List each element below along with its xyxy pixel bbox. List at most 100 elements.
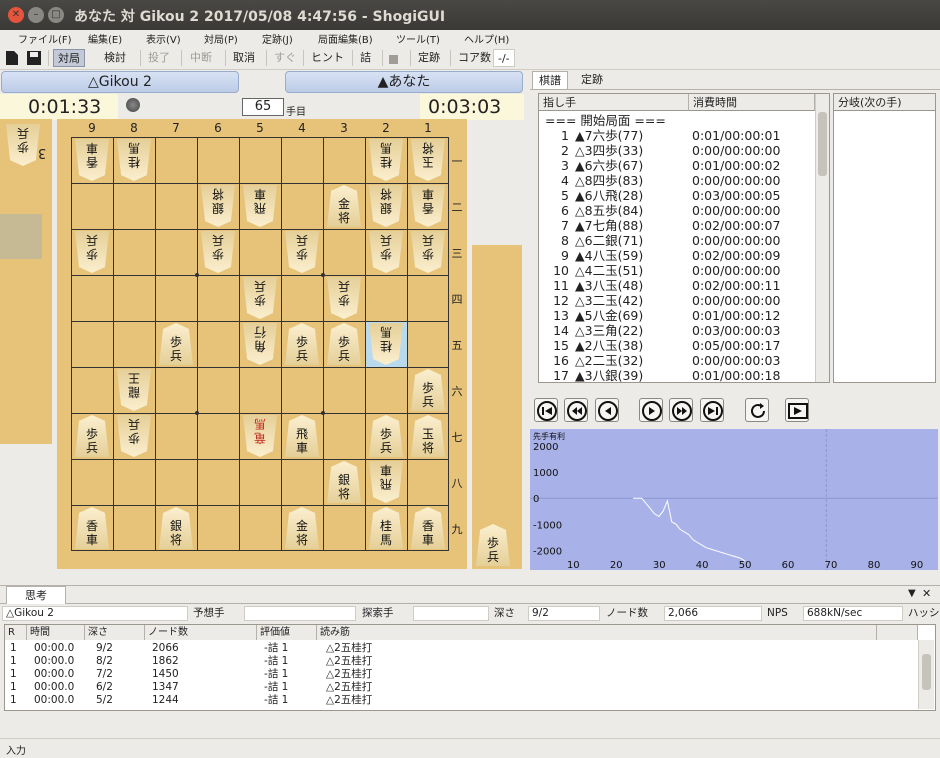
kento-button[interactable]: 検討 [100, 49, 130, 67]
move-row[interactable]: 9 ▲4八玉(59) 0:02/00:00:09 [539, 248, 815, 263]
tab-joseki[interactable]: 定跡 [575, 71, 609, 89]
forward-10-button[interactable] [669, 398, 693, 422]
sente-piece[interactable]: 飛車 [285, 415, 319, 457]
menu-edit[interactable]: 編集(E) [88, 31, 122, 46]
gote-piece[interactable]: 歩兵 [201, 231, 235, 273]
move-row[interactable]: 15 ▲2八玉(38) 0:05/00:00:17 [539, 338, 815, 353]
maximize-icon[interactable]: □ [48, 7, 64, 23]
pv-scrollbar[interactable] [918, 640, 934, 709]
tab-kifu[interactable]: 棋譜 [532, 71, 568, 89]
gote-piece[interactable]: 歩兵 [327, 277, 361, 319]
sente-piece[interactable]: 金将 [285, 507, 319, 549]
move-row[interactable]: 12 △3二玉(42) 0:00/00:00:00 [539, 293, 815, 308]
menu-tools[interactable]: ツール(T) [396, 31, 440, 46]
first-move-button[interactable] [534, 398, 558, 422]
move-row[interactable]: 7 ▲7七角(88) 0:02/00:00:07 [539, 218, 815, 233]
new-file-icon[interactable] [5, 50, 19, 66]
move-row[interactable]: === 開始局面 === [539, 113, 815, 128]
gote-piece[interactable]: 歩兵 [243, 277, 277, 319]
move-row[interactable]: 16 △2二玉(32) 0:00/00:00:03 [539, 353, 815, 368]
gote-piece[interactable]: 歩兵 [75, 231, 109, 273]
move-row[interactable]: 17 ▲3八銀(39) 0:01/00:00:18 [539, 368, 815, 383]
sente-piece[interactable]: 歩兵 [369, 415, 403, 457]
pv-scrollbar-thumb[interactable] [922, 654, 931, 690]
col-depth[interactable]: 深さ [85, 625, 145, 640]
move-row[interactable]: 2 △3四歩(33) 0:00/00:00:00 [539, 143, 815, 158]
sente-piece[interactable]: 銀将 [327, 461, 361, 503]
sente-piece[interactable]: 香車 [75, 507, 109, 549]
gote-piece[interactable]: 龍王 [117, 369, 151, 411]
move-row[interactable]: 10 △4二玉(51) 0:00/00:00:00 [539, 263, 815, 278]
gote-piece[interactable]: 歩兵 [117, 415, 151, 457]
sente-piece[interactable]: 歩兵 [159, 323, 193, 365]
gote-piece[interactable]: 銀将 [369, 185, 403, 227]
branch-header[interactable]: 分岐(次の手) [834, 94, 935, 111]
pv-row[interactable]: 1 00:00.0 6/2 1347 -詰 1 △2五桂打 [4, 681, 914, 694]
back-10-button[interactable] [564, 398, 588, 422]
scrollbar-thumb[interactable] [818, 112, 827, 176]
tab-thinking[interactable]: 思考 [6, 586, 66, 604]
play-button[interactable] [785, 398, 809, 422]
gote-hand-piece[interactable]: 歩兵 [6, 124, 40, 166]
pv-row[interactable]: 1 00:00.0 9/2 2066 -詰 1 △2五桂打 [4, 642, 914, 655]
gote-piece[interactable]: 飛車 [243, 185, 277, 227]
gote-piece[interactable]: 飛車 [369, 461, 403, 503]
joseki-button[interactable]: 定跡 [414, 49, 444, 67]
menu-view[interactable]: 表示(V) [146, 31, 181, 46]
move-row[interactable]: 4 △8四歩(83) 0:00/00:00:00 [539, 173, 815, 188]
col-time-header[interactable]: 消費時間 [689, 94, 815, 111]
gote-piece[interactable]: 角行 [243, 323, 277, 365]
gote-piece[interactable]: 銀将 [201, 185, 235, 227]
save-icon[interactable] [26, 50, 42, 66]
gote-piece[interactable]: 歩兵 [285, 231, 319, 273]
sente-hand-piece[interactable]: 歩兵 [476, 524, 510, 566]
move-row[interactable]: 5 ▲6八飛(28) 0:03/00:00:05 [539, 188, 815, 203]
sente-piece[interactable]: 桂馬 [369, 507, 403, 549]
last-move-button[interactable] [700, 398, 724, 422]
minimize-icon[interactable]: – [28, 7, 44, 23]
undo-button[interactable]: 取消 [229, 49, 259, 67]
move-list[interactable]: 指し手 消費時間 === 開始局面 === 1 ▲7六歩(77) 0:01/00:00… [538, 93, 830, 383]
sente-piece[interactable]: 歩兵 [411, 369, 445, 411]
sente-piece[interactable]: 歩兵 [327, 323, 361, 365]
gote-piece[interactable]: 桂馬 [369, 323, 403, 365]
col-move-header[interactable]: 指し手 [539, 94, 689, 111]
gote-piece[interactable]: 竜馬 [243, 415, 277, 457]
gote-piece[interactable]: 香車 [75, 139, 109, 181]
sente-piece[interactable]: 歩兵 [285, 323, 319, 365]
col-time[interactable]: 時間 [27, 625, 85, 640]
sente-piece[interactable]: 歩兵 [75, 415, 109, 457]
pv-row[interactable]: 1 00:00.0 8/2 1862 -詰 1 △2五桂打 [4, 655, 914, 668]
stop-icon[interactable] [389, 55, 398, 64]
move-row[interactable]: 14 △3三角(22) 0:03/00:00:03 [539, 323, 815, 338]
sente-piece[interactable]: 玉将 [411, 415, 445, 457]
dropdown-icon[interactable]: ▼ [908, 588, 916, 599]
menu-help[interactable]: ヘルプ(H) [464, 31, 509, 46]
pv-row[interactable]: 1 00:00.0 7/2 1450 -詰 1 △2五桂打 [4, 668, 914, 681]
sente-piece[interactable]: 香車 [411, 507, 445, 549]
col-nodes[interactable]: ノード数 [145, 625, 257, 640]
gote-piece[interactable]: 桂馬 [369, 139, 403, 181]
move-row[interactable]: 1 ▲7六歩(77) 0:01/00:00:01 [539, 128, 815, 143]
gote-piece[interactable]: 桂馬 [117, 139, 151, 181]
pv-row[interactable]: 1 00:00.0 5/2 1244 -詰 1 △2五桂打 [4, 694, 914, 707]
move-row[interactable]: 8 △6二銀(71) 0:00/00:00:00 [539, 233, 815, 248]
col-pv[interactable]: 読み筋 [317, 625, 877, 640]
sente-piece[interactable]: 金将 [327, 185, 361, 227]
close-icon[interactable]: ✕ [8, 7, 24, 23]
menu-file[interactable]: ファイル(F) [18, 31, 72, 46]
menu-position-edit[interactable]: 局面編集(B) [318, 31, 373, 46]
gote-piece[interactable]: 玉将 [411, 139, 445, 181]
interrupt-button[interactable]: 中断 [186, 49, 216, 67]
col-r[interactable]: R [5, 625, 27, 640]
back-button[interactable] [595, 398, 619, 422]
flip-board-button[interactable] [745, 398, 769, 422]
move-row[interactable]: 13 ▲5八金(69) 0:01/00:00:12 [539, 308, 815, 323]
move-row[interactable]: 6 △8五歩(84) 0:00/00:00:00 [539, 203, 815, 218]
menu-joseki[interactable]: 定跡(J) [262, 31, 293, 46]
col-eval[interactable]: 評価値 [257, 625, 317, 640]
menu-game[interactable]: 対局(P) [204, 31, 238, 46]
move-row[interactable]: 11 ▲3八玉(48) 0:02/00:00:11 [539, 278, 815, 293]
gote-piece[interactable]: 歩兵 [369, 231, 403, 273]
core-count-value[interactable]: -/- [493, 49, 515, 67]
